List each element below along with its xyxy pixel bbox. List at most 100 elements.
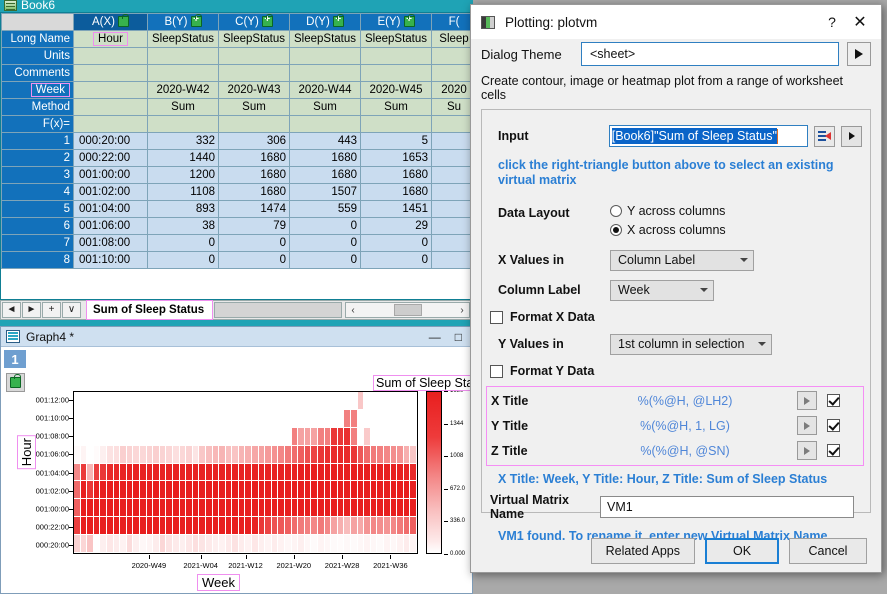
- data-cell[interactable]: 001:08:00: [73, 234, 148, 252]
- meta-cell[interactable]: Sum: [147, 98, 219, 116]
- related-apps-button[interactable]: Related Apps: [590, 538, 695, 564]
- scrollbar-thumb[interactable]: [393, 304, 422, 316]
- data-cell[interactable]: [431, 166, 472, 184]
- row-number[interactable]: 5: [1, 200, 74, 218]
- graph-minimize-button[interactable]: —: [429, 330, 441, 344]
- data-cell[interactable]: 0: [360, 251, 432, 269]
- meta-cell[interactable]: SleepStatus: [218, 30, 290, 48]
- meta-cell[interactable]: [147, 115, 219, 133]
- meta-label-fx[interactable]: F(x)=: [1, 115, 74, 133]
- data-cell[interactable]: 1200: [147, 166, 219, 184]
- help-icon[interactable]: ?: [819, 14, 845, 30]
- data-cell[interactable]: 1680: [360, 166, 432, 184]
- y-values-in-select[interactable]: 1st column in selection: [610, 333, 772, 355]
- dialog-title-bar[interactable]: Plotting: plotvm ? ✕: [471, 5, 881, 39]
- sheet-tab-sum-of-sleep-status[interactable]: Sum of Sleep Status: [86, 300, 214, 320]
- meta-cell[interactable]: [73, 47, 148, 65]
- data-cell[interactable]: 29: [360, 217, 432, 235]
- row-number[interactable]: 1: [1, 132, 74, 150]
- meta-cell[interactable]: SleepStatus: [289, 30, 361, 48]
- data-cell[interactable]: [431, 200, 472, 218]
- meta-cell[interactable]: Su: [431, 98, 472, 116]
- data-cell[interactable]: 38: [147, 217, 219, 235]
- data-cell[interactable]: 001:06:00: [73, 217, 148, 235]
- row-number[interactable]: 6: [1, 217, 74, 235]
- x-title-menu-button[interactable]: [797, 391, 817, 410]
- meta-cell[interactable]: [431, 47, 472, 65]
- meta-label-comments[interactable]: Comments: [1, 64, 74, 82]
- tab-nav-prev-button[interactable]: ◄: [2, 302, 21, 318]
- data-cell[interactable]: 1680: [289, 166, 361, 184]
- meta-cell[interactable]: [289, 47, 361, 65]
- data-cell[interactable]: 1440: [147, 149, 219, 167]
- data-cell[interactable]: 893: [147, 200, 219, 218]
- input-field[interactable]: [Book6]"Sum of Sleep Status": [608, 125, 809, 147]
- meta-label-week[interactable]: Week: [1, 81, 74, 99]
- data-cell[interactable]: 1680: [360, 183, 432, 201]
- meta-cell[interactable]: [73, 64, 148, 82]
- data-cell[interactable]: 1507: [289, 183, 361, 201]
- meta-cell[interactable]: [289, 115, 361, 133]
- column-header-a[interactable]: A(X): [73, 13, 148, 31]
- data-cell[interactable]: 1680: [218, 166, 290, 184]
- graph-canvas[interactable]: 1 000:20:00 000:22:00 001:00:00 001:02:00 00…: [1, 347, 480, 593]
- meta-cell[interactable]: [360, 47, 432, 65]
- meta-label-long-name[interactable]: Long Name: [1, 30, 74, 48]
- data-cell[interactable]: 1680: [218, 183, 290, 201]
- meta-cell[interactable]: Sleep: [431, 30, 472, 48]
- meta-cell[interactable]: [147, 64, 219, 82]
- data-cell[interactable]: 0: [360, 234, 432, 252]
- meta-cell[interactable]: 2020-W43: [218, 81, 290, 99]
- workbook-window[interactable]: Book6 A(X) B(Y) C(Y) D(Y): [0, 0, 473, 328]
- z-title-checkbox[interactable]: [827, 444, 840, 457]
- data-cell[interactable]: 0: [289, 217, 361, 235]
- scroll-left-icon[interactable]: ‹: [346, 305, 360, 316]
- meta-cell[interactable]: SleepStatus: [360, 30, 432, 48]
- cancel-button[interactable]: Cancel: [789, 538, 867, 564]
- data-cell[interactable]: 1680: [289, 149, 361, 167]
- graph-window[interactable]: Graph4 * — □ 1 000:20:00 000:22:00 001:00:…: [0, 326, 480, 594]
- meta-label-units[interactable]: Units: [1, 47, 74, 65]
- column-label-select[interactable]: Week: [610, 279, 714, 301]
- meta-cell[interactable]: [218, 115, 290, 133]
- data-cell[interactable]: 306: [218, 132, 290, 150]
- data-cell[interactable]: 1653: [360, 149, 432, 167]
- row-number[interactable]: 4: [1, 183, 74, 201]
- meta-cell[interactable]: [218, 47, 290, 65]
- meta-cell[interactable]: Sum: [218, 98, 290, 116]
- graph-title-bar[interactable]: Graph4 * — □: [1, 327, 472, 347]
- tab-empty-area[interactable]: [214, 302, 342, 318]
- meta-label-method[interactable]: Method: [1, 98, 74, 116]
- select-range-icon[interactable]: [814, 125, 836, 147]
- select-all-corner[interactable]: [1, 13, 74, 31]
- meta-cell[interactable]: [73, 98, 148, 116]
- graph-maximize-button[interactable]: □: [455, 330, 462, 344]
- radio-x-across-columns[interactable]: X across columns: [610, 223, 726, 237]
- column-header-d[interactable]: D(Y): [289, 13, 361, 31]
- meta-cell[interactable]: [147, 47, 219, 65]
- meta-cell[interactable]: 2020: [431, 81, 472, 99]
- row-number[interactable]: 7: [1, 234, 74, 252]
- data-cell[interactable]: 1680: [218, 149, 290, 167]
- data-cell[interactable]: [431, 234, 472, 252]
- tab-add-button[interactable]: +: [42, 302, 61, 318]
- row-number[interactable]: 2: [1, 149, 74, 167]
- data-cell[interactable]: 1108: [147, 183, 219, 201]
- tab-menu-button[interactable]: ∨: [62, 302, 81, 318]
- plotvm-dialog[interactable]: Plotting: plotvm ? ✕ Dialog Theme <sheet…: [470, 4, 882, 573]
- data-cell[interactable]: [431, 217, 472, 235]
- meta-cell[interactable]: Sum: [289, 98, 361, 116]
- meta-cell[interactable]: [218, 64, 290, 82]
- data-cell[interactable]: [431, 132, 472, 150]
- y-title-menu-button[interactable]: [797, 416, 817, 435]
- row-number[interactable]: 3: [1, 166, 74, 184]
- meta-cell[interactable]: [360, 115, 432, 133]
- scroll-right-icon[interactable]: ›: [455, 305, 469, 316]
- meta-cell[interactable]: [289, 64, 361, 82]
- meta-cell[interactable]: 2020-W45: [360, 81, 432, 99]
- sheet-tab-bar[interactable]: ◄ ► + ∨ Sum of Sleep Status ‹ ›: [0, 300, 473, 320]
- data-cell[interactable]: 0: [289, 234, 361, 252]
- meta-cell[interactable]: [431, 115, 472, 133]
- data-cell[interactable]: [431, 149, 472, 167]
- horizontal-scrollbar[interactable]: ‹ ›: [345, 302, 470, 318]
